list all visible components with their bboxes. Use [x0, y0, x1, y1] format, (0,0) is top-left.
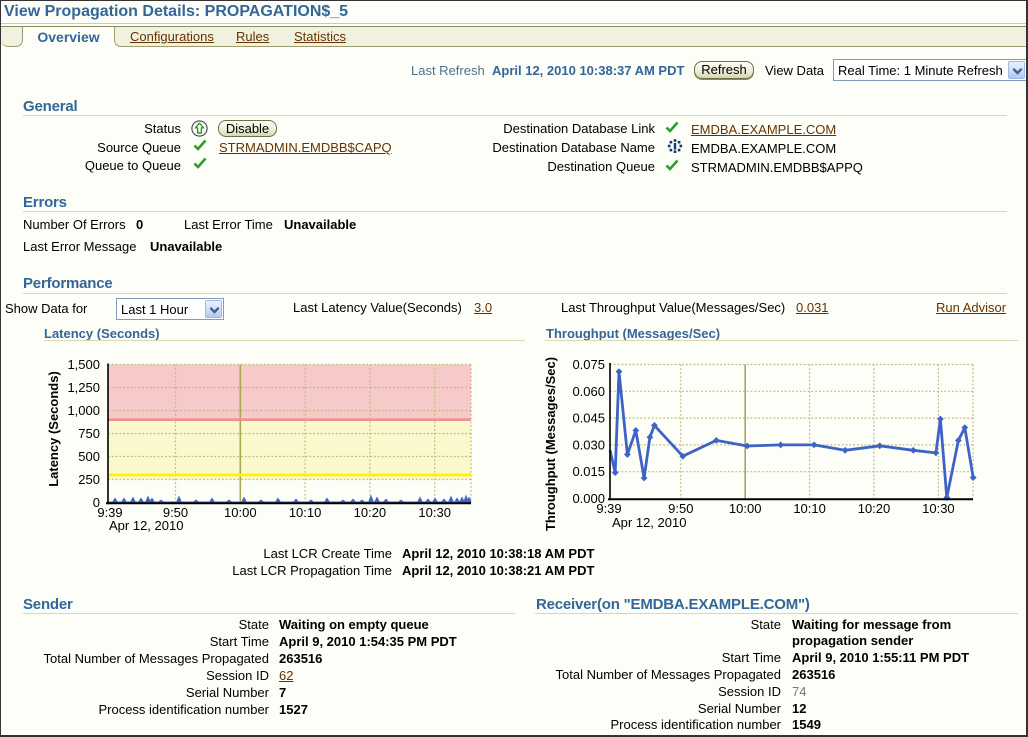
svg-text:Apr 12, 2010: Apr 12, 2010 [109, 518, 183, 533]
svg-text:10:30: 10:30 [418, 505, 451, 520]
svg-text:0.060: 0.060 [572, 384, 605, 399]
svg-text:10:20: 10:20 [858, 501, 891, 516]
svg-text:9:50: 9:50 [668, 501, 693, 516]
svg-text:Latency (Seconds): Latency (Seconds) [46, 371, 61, 487]
svg-text:500: 500 [78, 449, 100, 464]
svg-text:Apr 12, 2010: Apr 12, 2010 [612, 515, 686, 530]
svg-text:250: 250 [78, 472, 100, 487]
svg-text:1,500: 1,500 [67, 357, 100, 372]
svg-text:10:30: 10:30 [922, 501, 955, 516]
svg-text:10:10: 10:10 [289, 505, 322, 520]
svg-text:0.015: 0.015 [572, 464, 605, 479]
svg-text:750: 750 [78, 426, 100, 441]
svg-text:9:39: 9:39 [596, 501, 621, 516]
svg-text:1,000: 1,000 [67, 403, 100, 418]
svg-text:0.030: 0.030 [572, 437, 605, 452]
svg-text:10:10: 10:10 [793, 501, 826, 516]
svg-text:0.045: 0.045 [572, 411, 605, 426]
svg-text:1,250: 1,250 [67, 380, 100, 395]
svg-text:10:20: 10:20 [354, 505, 387, 520]
svg-text:0.075: 0.075 [572, 357, 605, 372]
svg-text:Throughput (Messages/Sec): Throughput (Messages/Sec) [543, 357, 558, 531]
svg-text:10:00: 10:00 [729, 501, 762, 516]
svg-text:10:00: 10:00 [224, 505, 257, 520]
